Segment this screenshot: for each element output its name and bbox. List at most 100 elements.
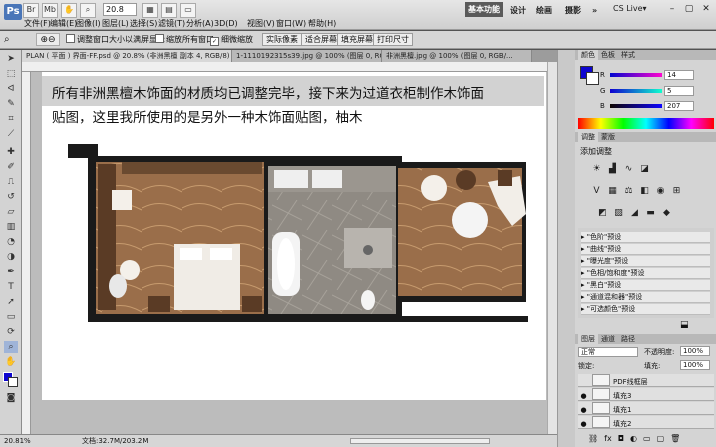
new-layer-icon[interactable]: ▢: [657, 432, 665, 445]
workspace-photography[interactable]: 摄影: [565, 4, 581, 17]
status-document-size[interactable]: 文档:32.7M/203.2M: [82, 435, 148, 447]
blur-tool-icon[interactable]: ◔: [4, 236, 18, 248]
workspace-design[interactable]: 设计: [510, 4, 526, 17]
zoom-tool-preset-icon[interactable]: ⌕: [4, 33, 18, 46]
tab-color[interactable]: 颜色: [578, 50, 598, 60]
zoom-icon[interactable]: ⌕: [80, 3, 96, 18]
preset-exposure[interactable]: ▸ "曝光度"预设: [581, 256, 710, 267]
scrubby-checkbox[interactable]: ✓: [210, 37, 219, 46]
preset-black-white[interactable]: ▸ "黑白"预设: [581, 280, 710, 291]
link-layers-icon[interactable]: ⛓: [588, 432, 598, 445]
menu-item[interactable]: 文件(F): [24, 18, 51, 30]
menu-item[interactable]: 窗口(W): [276, 18, 306, 30]
layer-row[interactable]: ● 填充1: [578, 402, 714, 415]
tab-swatches[interactable]: 色板: [598, 50, 618, 60]
invert-icon[interactable]: ◩: [596, 207, 609, 220]
lasso-tool-icon[interactable]: ᐊ: [4, 83, 18, 95]
healing-brush-icon[interactable]: ✚: [4, 146, 18, 158]
visibility-eye-icon[interactable]: ●: [578, 418, 589, 431]
eyedropper-icon[interactable]: ⟋: [4, 128, 18, 140]
brush-tool-icon[interactable]: ✐: [4, 161, 18, 173]
tab-channels[interactable]: 通道: [598, 334, 618, 344]
tab-styles[interactable]: 样式: [618, 50, 638, 60]
blue-slider[interactable]: [610, 104, 662, 108]
menu-item[interactable]: 视图(V): [247, 18, 275, 30]
menu-item[interactable]: 帮助(H): [308, 18, 336, 30]
brightness-icon[interactable]: ☀: [590, 163, 603, 176]
3d-rotate-icon[interactable]: ⟳: [4, 326, 18, 338]
posterize-icon[interactable]: ▨: [612, 207, 625, 220]
preset-curves[interactable]: ▸ "曲线"预设: [581, 244, 710, 255]
layer-row[interactable]: PDF线框层: [578, 374, 714, 387]
zoom-all-option[interactable]: 缩放所有窗口: [155, 34, 214, 46]
zoom-level-select[interactable]: 20.8: [103, 3, 137, 16]
menu-item[interactable]: 滤镜(T): [158, 18, 185, 30]
delete-layer-icon[interactable]: 🗑: [670, 432, 680, 445]
history-brush-icon[interactable]: ↺: [4, 191, 18, 203]
preset-levels[interactable]: ▸ "色阶"预设: [581, 232, 710, 243]
preset-channel-mixer[interactable]: ▸ "通道混和器"预设: [581, 292, 710, 303]
blue-value[interactable]: 207: [664, 101, 694, 111]
menu-item[interactable]: 3D(D): [214, 18, 238, 30]
tab-masks[interactable]: 蒙版: [598, 132, 618, 142]
layer-row[interactable]: ● 填充2: [578, 416, 714, 429]
menu-item[interactable]: 图层(L): [102, 18, 129, 30]
shape-tool-icon[interactable]: ▭: [4, 311, 18, 323]
curves-icon[interactable]: ∿: [622, 163, 635, 176]
path-select-icon[interactable]: ➚: [4, 296, 18, 308]
bridge-icon[interactable]: Br: [23, 3, 39, 18]
layer-mask-icon[interactable]: ◘: [618, 432, 624, 445]
color-spectrum[interactable]: [578, 118, 714, 129]
tab-paths[interactable]: 路径: [618, 334, 638, 344]
tab-jpg-1[interactable]: 1-1110192315s39.jpg @ 100% (图层 0, RGB/..…: [232, 50, 382, 62]
vertical-scrollbar[interactable]: [547, 62, 557, 434]
exposure-icon[interactable]: ◪: [638, 163, 651, 176]
screen-mode-icon[interactable]: ▭: [180, 3, 196, 18]
eraser-icon[interactable]: ▱: [4, 206, 18, 218]
hand-icon[interactable]: ✋: [61, 3, 77, 18]
menu-item[interactable]: 图像(I): [76, 18, 101, 30]
opacity-value[interactable]: 100%: [680, 346, 710, 356]
gradient-map-icon[interactable]: ▬: [644, 207, 657, 220]
close-button[interactable]: ✕: [699, 3, 713, 15]
green-slider[interactable]: [610, 89, 662, 93]
new-group-icon[interactable]: ▭: [643, 432, 651, 445]
gradient-tool-icon[interactable]: ▥: [4, 221, 18, 233]
clone-stamp-icon[interactable]: ⎍: [4, 176, 18, 188]
grid-icon[interactable]: ▦: [142, 3, 158, 18]
zoom-tool-icon[interactable]: ⌕: [4, 341, 18, 353]
red-value[interactable]: 14: [664, 70, 694, 80]
dodge-tool-icon[interactable]: ◑: [4, 251, 18, 263]
minibridge-icon[interactable]: Mb: [42, 3, 58, 18]
scrubby-zoom-option[interactable]: ✓ 细微缩放: [210, 34, 253, 46]
restore-button[interactable]: ▢: [682, 3, 696, 15]
photo-filter-icon[interactable]: ◉: [654, 185, 667, 198]
hand-tool-icon[interactable]: ✋: [4, 356, 18, 368]
workspace-more[interactable]: »: [592, 4, 597, 17]
adjust-footer-icon[interactable]: ⬓: [680, 320, 689, 330]
blend-mode-select[interactable]: 正常: [578, 347, 638, 357]
tab-layers[interactable]: 图层: [578, 334, 598, 344]
green-value[interactable]: 5: [664, 86, 694, 96]
fit-screen-button[interactable]: 适合屏幕: [301, 33, 341, 46]
crop-tool-icon[interactable]: ⌗: [4, 113, 18, 125]
cs-live-menu[interactable]: CS Live▾: [613, 4, 647, 13]
marquee-tool-icon[interactable]: ⬚: [4, 68, 18, 80]
preset-hue-saturation[interactable]: ▸ "色相/饱和度"预设: [581, 268, 710, 279]
red-slider[interactable]: [610, 73, 662, 77]
vibrance-icon[interactable]: V: [590, 185, 603, 198]
horizontal-scrollbar[interactable]: [350, 438, 490, 444]
panel-background-swatch[interactable]: [586, 72, 599, 85]
quick-select-icon[interactable]: ✎: [4, 98, 18, 110]
menu-item[interactable]: 选择(S): [130, 18, 157, 30]
menu-item[interactable]: 编辑(E): [50, 18, 77, 30]
print-size-button[interactable]: 打印尺寸: [373, 33, 413, 46]
tab-heitan-jpg[interactable]: 非洲黑檀.jpg @ 100% (图层 0, RGB/...: [382, 50, 532, 62]
fill-screen-button[interactable]: 填充屏幕: [337, 33, 377, 46]
type-tool-icon[interactable]: T: [4, 281, 18, 293]
fill-value[interactable]: 100%: [680, 360, 710, 370]
color-balance-icon[interactable]: ⚖: [622, 185, 635, 198]
actual-pixels-button[interactable]: 实际像素: [262, 33, 302, 46]
minimize-button[interactable]: –: [665, 3, 679, 15]
move-tool-icon[interactable]: ➤: [4, 53, 18, 65]
